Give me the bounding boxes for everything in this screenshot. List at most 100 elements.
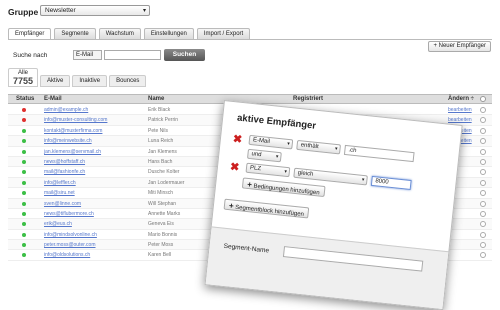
recipient-name: Jan Lodermauer xyxy=(148,179,185,186)
recipient-email-link[interactable]: sven@linne.com xyxy=(44,201,81,207)
tab-import-export[interactable]: Import / Export xyxy=(196,28,251,39)
recipient-name: Luna Reich xyxy=(148,138,174,145)
search-button[interactable]: Suchen xyxy=(164,49,205,61)
status-dot-icon xyxy=(22,139,26,144)
recipient-name: Erik Black xyxy=(148,107,171,113)
subtab-bounces[interactable]: Bounces xyxy=(109,75,147,87)
recipient-email-link[interactable]: mail@siru.net xyxy=(44,190,75,196)
segment-name-input[interactable] xyxy=(282,246,424,272)
row-checkbox[interactable] xyxy=(480,117,486,124)
search-input[interactable] xyxy=(104,50,161,60)
recipient-name: Jan Klemens xyxy=(148,148,177,155)
edit-link[interactable]: bearbeiten xyxy=(448,117,472,123)
row-checkbox[interactable] xyxy=(480,190,486,197)
recipient-email-link[interactable]: info@leffler.ch xyxy=(44,180,76,186)
new-recipient-button[interactable]: + Neuer Empfänger xyxy=(428,41,491,52)
segment-dialog: aktive Empfänger ✖ E-Mail ▾ enthält ▾ .ch … xyxy=(204,100,463,310)
chevron-down-icon: ▾ xyxy=(334,145,338,153)
add-condition-button[interactable]: + Bedingungen hinzufügen xyxy=(241,177,326,198)
tab-wachstum[interactable]: Wachstum xyxy=(98,28,141,39)
cond2-value-input[interactable]: 8000 xyxy=(370,175,412,190)
status-dot-icon xyxy=(22,149,26,154)
recipient-name: Dusche Kolter xyxy=(148,169,180,176)
recipient-email-link[interactable]: admin@example.ch xyxy=(44,107,88,113)
chevron-down-icon: ▾ xyxy=(142,8,146,14)
recipient-name: Patrick Perrin xyxy=(148,117,179,124)
dialog-footer: Segment-Name xyxy=(205,226,449,309)
plus-icon: + xyxy=(228,201,235,211)
recipient-name: Hans Bach xyxy=(148,158,173,165)
row-checkbox[interactable] xyxy=(480,169,486,176)
recipient-email-link[interactable]: news@hoffstaff.ch xyxy=(44,159,85,165)
recipient-email-link[interactable]: info@mindsolvonline.ch xyxy=(44,232,97,238)
col-registered[interactable]: Registriert xyxy=(293,96,323,102)
search-label: Suche nach xyxy=(13,52,48,59)
row-checkbox[interactable] xyxy=(480,210,486,217)
row-checkbox[interactable] xyxy=(480,242,486,249)
row-checkbox[interactable] xyxy=(480,138,486,145)
row-checkbox[interactable] xyxy=(480,200,486,207)
recipient-name: Will Stephan xyxy=(148,200,177,207)
status-dot-icon xyxy=(22,232,26,237)
recipient-email-link[interactable]: kontakt@musterfirma.com xyxy=(44,128,102,134)
cond2-operator-select[interactable]: gleich ▾ xyxy=(293,167,368,186)
joiner-select[interactable]: und ▾ xyxy=(246,148,282,163)
search-field-select[interactable]: E-Mail xyxy=(73,50,102,60)
row-checkbox[interactable] xyxy=(480,179,486,186)
chevron-down-icon: ▾ xyxy=(361,176,365,184)
status-dot-icon xyxy=(22,108,26,112)
cond1-field-select[interactable]: E-Mail ▾ xyxy=(248,134,294,150)
status-dot-icon xyxy=(22,253,26,258)
col-edit[interactable]: Ändern ÷ xyxy=(448,96,474,102)
segment-name-label: Segment-Name xyxy=(223,242,270,255)
recipient-email-link[interactable]: jan.klemens@servmail.ch xyxy=(44,149,101,155)
tab-segmente[interactable]: Segmente xyxy=(54,28,96,39)
tab-divider xyxy=(8,39,492,40)
col-status[interactable]: Status xyxy=(16,96,34,102)
row-checkbox[interactable] xyxy=(480,148,486,155)
recipient-email-link[interactable]: info@oldsolutions.ch xyxy=(44,252,90,258)
recipient-email-link[interactable]: erik@eus.ch xyxy=(44,221,72,227)
x-icon[interactable]: ✖ xyxy=(232,132,243,146)
cond1-operator-select[interactable]: enthält ▾ xyxy=(296,139,341,155)
row-checkbox[interactable] xyxy=(480,221,486,228)
add-segment-block-button[interactable]: + Segmentblock hinzufügen xyxy=(223,198,310,219)
filter-tabs: Alle 7755 Aktive Inaktive Bounces xyxy=(8,68,147,87)
group-label: Gruppe xyxy=(8,7,39,17)
col-email[interactable]: E-Mail xyxy=(44,96,62,102)
recipient-name: Miti Minsch xyxy=(148,190,174,197)
status-dot-icon xyxy=(22,191,26,196)
cond1-value-input[interactable]: .ch xyxy=(343,144,415,163)
status-dot-icon xyxy=(22,128,26,133)
status-dot-icon xyxy=(22,222,26,227)
subtab-aktive[interactable]: Aktive xyxy=(40,75,71,87)
row-checkbox[interactable] xyxy=(480,127,486,134)
status-dot-icon xyxy=(22,211,26,216)
col-name[interactable]: Name xyxy=(148,96,164,102)
row-checkbox[interactable] xyxy=(480,252,486,259)
select-all-checkbox[interactable] xyxy=(480,96,486,102)
dialog-title: aktive Empfänger xyxy=(236,112,317,132)
status-dot-icon xyxy=(22,159,26,164)
recipient-email-link[interactable]: info@muster-consulting.com xyxy=(44,117,107,123)
recipient-email-link[interactable]: news@tiflubermore.ch xyxy=(44,211,94,217)
row-checkbox[interactable] xyxy=(480,231,486,238)
group-select[interactable]: Newsletter ▾ xyxy=(40,5,150,16)
recipient-email-link[interactable]: peter.moss@outer.com xyxy=(44,242,96,248)
row-checkbox[interactable] xyxy=(480,158,486,165)
subtab-inaktive[interactable]: Inaktive xyxy=(72,75,108,87)
recipient-email-link[interactable]: mail@fashionfe.ch xyxy=(44,169,85,175)
recipient-email-link[interactable]: info@meinwebsite.ch xyxy=(44,138,92,144)
subtab-alle[interactable]: Alle 7755 xyxy=(8,68,39,87)
recipient-count: 7755 xyxy=(13,76,34,86)
recipient-name: Karen Bell xyxy=(148,252,172,259)
chevron-down-icon: ▾ xyxy=(284,168,288,175)
row-checkbox[interactable] xyxy=(480,107,486,113)
chevron-down-icon: ▾ xyxy=(286,140,291,148)
status-dot-icon xyxy=(22,180,26,185)
edit-link[interactable]: bearbeiten xyxy=(448,107,472,113)
recipient-name: Geneva Eis xyxy=(148,221,174,228)
x-icon[interactable]: ✖ xyxy=(229,160,240,174)
tab-einstellungen[interactable]: Einstellungen xyxy=(143,28,194,39)
cond2-field-select[interactable]: PLZ ▾ xyxy=(245,162,291,178)
